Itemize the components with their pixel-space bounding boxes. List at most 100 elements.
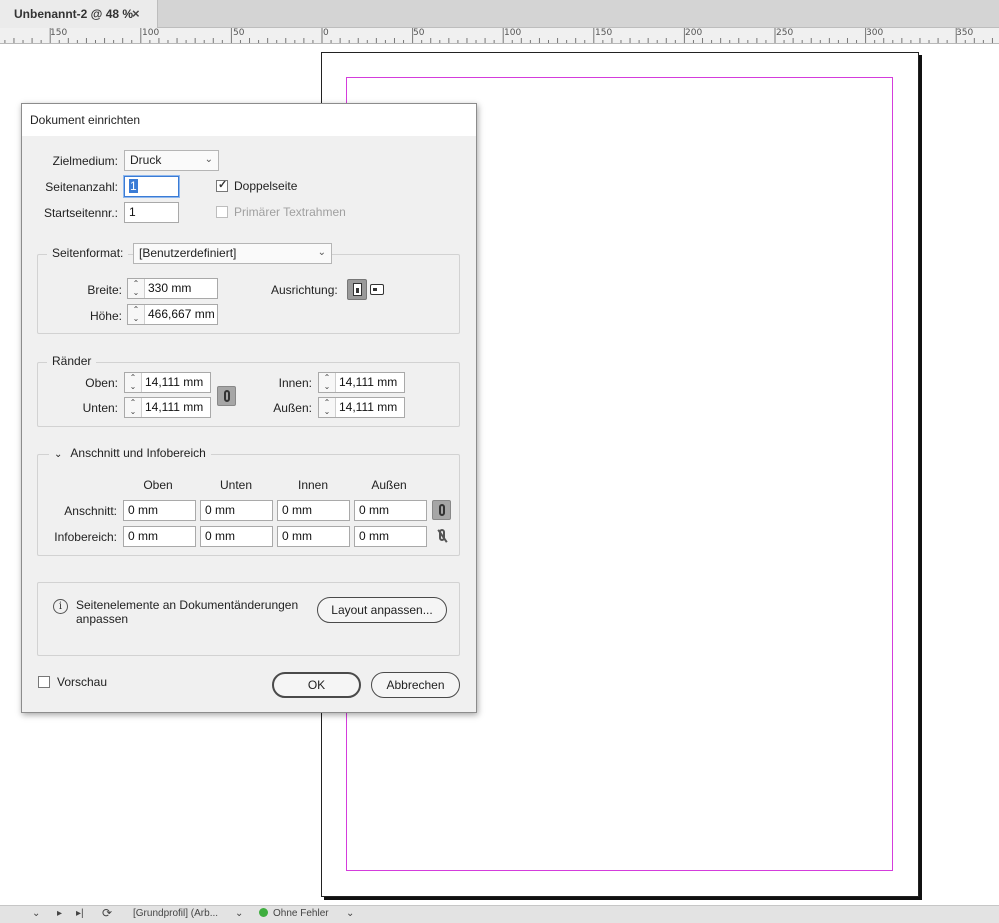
infobereich-label: Infobereich:	[54, 530, 117, 544]
ok-button[interactable]: OK	[272, 672, 361, 698]
startseite-input[interactable]: 1	[124, 202, 179, 223]
breite-stepper[interactable]: ⌃ ⌄ 330 mm	[127, 278, 218, 299]
ruler-label: 50	[233, 28, 245, 38]
stepper-arrows-icon[interactable]: ⌃ ⌄	[125, 398, 142, 417]
anschnitt-innen-input[interactable]: 0 mm	[277, 500, 350, 521]
stepper-arrows-icon[interactable]: ⌃ ⌄	[319, 373, 336, 392]
vorschau-checkbox[interactable]	[38, 676, 50, 688]
status-bar: ⌄ ▸ ▸| ⟳ [Grundprofil] (Arb... ⌄ Ohne Fe…	[0, 905, 999, 923]
preflight-profile[interactable]: [Grundprofil] (Arb...	[133, 908, 218, 919]
unten-label: Unten:	[82, 401, 118, 415]
portrait-orientation-icon[interactable]	[347, 279, 367, 300]
primaerer-textrahmen-label: Primärer Textrahmen	[234, 205, 346, 219]
hoehe-label: Höhe:	[89, 309, 122, 323]
anschnitt-aussen-value: 0 mm	[359, 503, 389, 517]
dialog-title: Dokument einrichten	[22, 104, 476, 136]
column-header-unten: Unten	[219, 478, 253, 492]
hoehe-value: 466,667 mm	[148, 307, 215, 321]
ruler-label: 0	[323, 28, 329, 38]
innen-stepper[interactable]: ⌃ ⌄ 14,111 mm	[318, 372, 405, 393]
adjust-text-line2: anpassen	[76, 612, 129, 626]
ruler-label: 100	[142, 28, 160, 38]
chevron-down-icon: ⌄	[54, 449, 63, 460]
anschnitt-label: Anschnitt:	[64, 504, 117, 518]
seitenanzahl-label: Seitenanzahl:	[45, 180, 118, 194]
next-page-icon[interactable]: ▸	[57, 908, 62, 919]
anschnitt-aussen-input[interactable]: 0 mm	[354, 500, 427, 521]
anschnitt-title: Anschnitt und Infobereich	[70, 446, 206, 460]
anschnitt-innen-value: 0 mm	[282, 503, 312, 517]
status-dot-icon	[259, 908, 268, 917]
ruler-label: 250	[776, 28, 794, 38]
seitenanzahl-input[interactable]: 1	[124, 176, 179, 197]
close-tab-icon[interactable]: ×	[132, 6, 140, 21]
doppelseite-label: Doppelseite	[234, 179, 298, 193]
column-header-innen: Innen	[297, 478, 329, 492]
info-aussen-value: 0 mm	[359, 529, 389, 543]
ruler-label: 100	[504, 28, 522, 38]
startseite-value: 1	[129, 205, 136, 219]
raender-title: Ränder	[47, 354, 97, 368]
zielmedium-value: Druck	[130, 153, 162, 167]
document-tab[interactable]: Unbenannt-2 @ 48 % ×	[0, 0, 158, 28]
ausrichtung-label: Ausrichtung:	[271, 283, 338, 297]
stepper-arrows-icon[interactable]: ⌃ ⌄	[128, 305, 145, 324]
stepper-arrows-icon[interactable]: ⌃ ⌄	[128, 279, 145, 298]
horizontal-ruler[interactable]: 150 100 50 0 50 100 150 200 250 300 350	[0, 28, 999, 44]
anschnitt-oben-input[interactable]: 0 mm	[123, 500, 196, 521]
anschnitt-toggle[interactable]: ⌄ Anschnitt und Infobereich	[49, 446, 211, 460]
ruler-label: 50	[413, 28, 425, 38]
seitenformat-label: Seitenformat:	[47, 246, 129, 260]
info-oben-input[interactable]: 0 mm	[123, 526, 196, 547]
info-aussen-input[interactable]: 0 mm	[354, 526, 427, 547]
anschnitt-unten-input[interactable]: 0 mm	[200, 500, 273, 521]
unten-stepper[interactable]: ⌃ ⌄ 14,111 mm	[124, 397, 211, 418]
primaerer-textrahmen-checkbox[interactable]	[216, 206, 228, 218]
unten-value: 14,111 mm	[145, 400, 204, 414]
innen-label: Innen:	[278, 376, 312, 390]
breite-label: Breite:	[87, 283, 122, 297]
document-tab-title: Unbenannt-2 @ 48 %	[14, 7, 134, 21]
layout-anpassen-button[interactable]: Layout anpassen...	[317, 597, 447, 623]
cancel-button[interactable]: Abbrechen	[371, 672, 460, 698]
ruler-label: 150	[50, 28, 68, 38]
oben-stepper[interactable]: ⌃ ⌄ 14,111 mm	[124, 372, 211, 393]
stepper-arrows-icon[interactable]: ⌃ ⌄	[125, 373, 142, 392]
anschnitt-oben-value: 0 mm	[128, 503, 158, 517]
link-bleed-icon[interactable]	[432, 500, 451, 520]
info-innen-value: 0 mm	[282, 529, 312, 543]
hoehe-stepper[interactable]: ⌃ ⌄ 466,667 mm	[127, 304, 218, 325]
link-margins-icon[interactable]	[217, 386, 236, 406]
innen-value: 14,111 mm	[339, 375, 398, 389]
profile-chevron-icon[interactable]: ⌄	[235, 908, 243, 919]
ruler-label: 350	[956, 28, 974, 38]
startseite-label: Startseitennr.:	[43, 206, 118, 220]
aussen-value: 14,111 mm	[339, 400, 398, 414]
status-chevron-icon[interactable]: ⌄	[346, 908, 354, 919]
column-header-oben: Oben	[143, 478, 173, 492]
ruler-label: 300	[866, 28, 884, 38]
page-dropdown-chevron-icon[interactable]: ⌄	[32, 908, 40, 919]
column-header-aussen: Außen	[371, 478, 407, 492]
vorschau-label: Vorschau	[57, 675, 108, 689]
spinner-icon: ⟳	[102, 906, 113, 920]
info-icon: i	[53, 599, 68, 614]
zielmedium-dropdown[interactable]: Druck ⌄	[124, 150, 219, 171]
zielmedium-label: Zielmedium:	[52, 154, 118, 168]
ruler-label: 150	[595, 28, 613, 38]
oben-label: Oben:	[85, 376, 118, 390]
aussen-stepper[interactable]: ⌃ ⌄ 14,111 mm	[318, 397, 405, 418]
info-unten-input[interactable]: 0 mm	[200, 526, 273, 547]
info-innen-input[interactable]: 0 mm	[277, 526, 350, 547]
oben-value: 14,111 mm	[145, 375, 204, 389]
doppelseite-checkbox[interactable]	[216, 178, 228, 192]
seitenanzahl-value: 1	[129, 179, 138, 193]
adjust-text-line1: Seitenelemente an Dokumentänderungen	[76, 598, 299, 612]
landscape-orientation-icon[interactable]	[370, 284, 384, 295]
last-page-icon[interactable]: ▸|	[76, 908, 84, 919]
stepper-arrows-icon[interactable]: ⌃ ⌄	[319, 398, 336, 417]
preflight-status[interactable]: Ohne Fehler	[259, 908, 329, 919]
unlink-slug-icon[interactable]	[433, 527, 451, 545]
seitenformat-dropdown[interactable]: [Benutzerdefiniert] ⌄	[133, 243, 332, 264]
seitenformat-value: [Benutzerdefiniert]	[139, 246, 237, 260]
